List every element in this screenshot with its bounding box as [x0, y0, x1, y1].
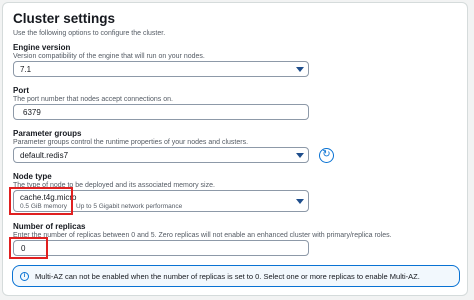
engine-version-description: Version compatibility of the engine that…: [13, 53, 205, 60]
replicas-highlight: [9, 237, 48, 259]
engine-version-select[interactable]: 7.1: [13, 61, 309, 77]
cluster-settings-panel: Cluster settings Use the following optio…: [2, 2, 468, 296]
chevron-down-icon: [296, 199, 304, 204]
node-type-highlight: [9, 187, 73, 215]
replicas-label: Number of replicas: [13, 222, 86, 231]
replicas-input[interactable]: 0: [13, 240, 309, 256]
section-title: Cluster settings: [13, 11, 116, 26]
refresh-icon: ↻: [322, 149, 331, 160]
info-icon: i: [20, 272, 29, 281]
multi-az-alert: i Multi-AZ can not be enabled when the n…: [12, 265, 460, 287]
parameter-groups-value: default.redis7: [20, 151, 69, 160]
port-label: Port: [13, 86, 29, 95]
parameter-groups-label: Parameter groups: [13, 129, 82, 138]
port-description: The port number that nodes accept connec…: [13, 96, 173, 103]
parameter-groups-select[interactable]: default.redis7: [13, 147, 309, 163]
engine-version-label: Engine version: [13, 43, 71, 52]
section-description: Use the following options to configure t…: [13, 30, 166, 37]
node-type-network: Up to 5 Gigabit network performance: [76, 203, 183, 210]
node-type-label: Node type: [13, 172, 52, 181]
parameter-groups-description: Parameter groups control the runtime pro…: [13, 139, 249, 146]
replicas-description: Enter the number of replicas between 0 a…: [13, 232, 392, 239]
port-value: 6379: [23, 108, 41, 117]
refresh-button[interactable]: ↻: [319, 148, 334, 163]
chevron-down-icon: [296, 67, 304, 72]
port-input[interactable]: 6379: [13, 104, 309, 120]
alert-text: Multi-AZ can not be enabled when the num…: [35, 272, 420, 281]
chevron-down-icon: [296, 153, 304, 158]
engine-version-value: 7.1: [20, 65, 32, 74]
